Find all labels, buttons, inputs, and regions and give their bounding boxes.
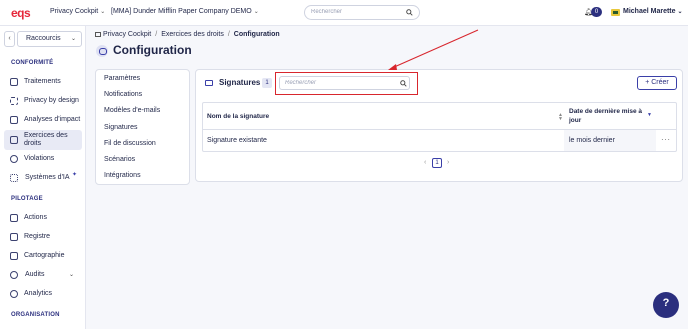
chevron-down-icon: ⌄ (100, 9, 106, 15)
next-page-icon[interactable]: › (447, 159, 449, 166)
breadcrumb-parent[interactable]: Exercices des droits (161, 31, 224, 38)
chevron-down-icon: ⌄ (253, 9, 259, 15)
breadcrumb: Privacy Cockpit / Exercices des droits / Con… (95, 31, 280, 38)
map-icon (10, 252, 18, 260)
check-list-icon (10, 116, 18, 124)
settings-item-parametres[interactable]: Paramètres (104, 75, 140, 82)
sidebar-item-exercices-des-droits[interactable]: Exercices des droits (4, 130, 82, 150)
company-label: [MMA] Dunder Mifflin Paper Company DEMO (111, 8, 252, 15)
signatures-title: Signatures (219, 78, 261, 87)
settings-menu: Paramètres Notifications Modèles d'e-mai… (95, 69, 190, 185)
settings-item-notifications[interactable]: Notifications (104, 91, 142, 98)
sidebar-item-label: Registre (24, 233, 51, 240)
settings-item-integrations[interactable]: Intégrations (104, 172, 141, 179)
page-number-button[interactable]: 1 (432, 158, 442, 168)
chat-icon (10, 136, 18, 144)
chat-icon (96, 45, 108, 57)
help-chat-button[interactable] (653, 292, 679, 318)
sidebar-item-label: Traitements (24, 78, 61, 85)
sidebar-item-audits[interactable]: Audits ⌄ (4, 268, 82, 282)
sparkle-icon (10, 97, 18, 105)
more-options-icon[interactable]: ··· (661, 135, 671, 144)
sidebar-item-label: Audits (25, 271, 45, 278)
create-button[interactable]: + Créer (637, 76, 677, 90)
breadcrumb-home[interactable]: Privacy Cockpit (103, 31, 151, 38)
sidebar-item-analyses-impact[interactable]: Analyses d'impact (4, 113, 82, 127)
settings-item-thread[interactable]: Fil de discussion (104, 140, 156, 147)
alert-icon (10, 155, 18, 163)
top-bar: eqs Privacy Cockpit ⌄ [MMA] Dunder Miffli… (0, 0, 688, 26)
page-title: Configuration (113, 43, 192, 57)
sidebar-item-label: Systèmes d'IA (25, 174, 70, 181)
sidebar-item-label: Violations (24, 155, 55, 162)
sidebar-item-label: Privacy by design (24, 97, 79, 104)
search-icon (406, 9, 413, 16)
eqs-logo[interactable]: eqs (11, 6, 31, 20)
product-selector[interactable]: Privacy Cockpit ⌄ (50, 8, 105, 15)
highlight-box (275, 72, 418, 95)
signatures-panel: Signatures 1 + Créer Nom de la signature… (195, 69, 683, 182)
sidebar-item-label: Analytics (24, 290, 53, 297)
settings-item-signatures[interactable]: Signatures (104, 124, 137, 131)
settings-item-email-templates[interactable]: Modèles d'e-mails (104, 107, 160, 114)
sort-desc-icon[interactable]: ▼ (647, 113, 652, 118)
chevron-left-icon: ‹ (8, 35, 11, 42)
product-label: Privacy Cockpit (50, 8, 99, 15)
table-header: Nom de la signature ▲ ▼ Date de dernière … (203, 103, 676, 130)
signatures-table: Nom de la signature ▲ ▼ Date de dernière … (202, 102, 677, 152)
sidebar-item-label: Analyses d'impact (24, 116, 81, 123)
sidebar-item-systemes-ia[interactable]: Systèmes d'IA ✦ (4, 171, 82, 185)
sidebar-item-label: Exercices des droits (24, 132, 68, 147)
prev-page-icon[interactable]: ‹ (424, 159, 426, 166)
notification-badge[interactable]: 0 (591, 7, 602, 17)
chevron-down-icon: ⌄ (70, 36, 76, 42)
breadcrumb-current: Configuration (233, 31, 280, 38)
chevron-down-icon: ⌄ (677, 9, 683, 15)
mail-icon (205, 80, 213, 86)
collapse-sidebar-button[interactable]: ‹ (4, 31, 15, 47)
chevron-down-icon: ⌄ (68, 272, 74, 278)
list-icon (10, 78, 18, 86)
sidebar-item-actions[interactable]: Actions (4, 211, 82, 225)
register-icon (10, 233, 18, 241)
company-selector[interactable]: [MMA] Dunder Mifflin Paper Company DEMO ⌄ (111, 8, 259, 15)
signature-updated: le mois dernier (569, 137, 615, 144)
home-icon (95, 32, 101, 37)
signature-name: Signature existante (207, 137, 267, 144)
sidebar-item-cartographie[interactable]: Cartographie (4, 249, 82, 263)
global-search[interactable] (304, 5, 420, 20)
sidebar-item-registre[interactable]: Registre (4, 230, 82, 244)
user-name: Michael Marette (623, 8, 676, 15)
section-pilotage: PILOTAGE (11, 196, 43, 202)
settings-item-scenarios[interactable]: Scénarios (104, 156, 135, 163)
sidebar-item-analytics[interactable]: Analytics (4, 287, 82, 301)
signatures-count-badge: 1 (262, 78, 272, 88)
shortcut-selector[interactable]: Raccourcis ⌄ (17, 31, 82, 47)
section-organisation: ORGANISATION (11, 312, 60, 318)
sidebar-item-privacy-by-design[interactable]: Privacy by design (4, 94, 82, 108)
new-sparkle-icon: ✦ (72, 172, 78, 178)
tasks-icon (10, 214, 18, 222)
sidebar-item-label: Actions (24, 214, 47, 221)
user-menu[interactable]: Michael Marette ⌄ (623, 8, 683, 15)
section-conformite: CONFORMITÉ (11, 60, 54, 66)
column-header-name[interactable]: Nom de la signature (207, 112, 269, 121)
table-row[interactable]: Signature existante le mois dernier ··· (203, 130, 676, 151)
sidebar-item-violations[interactable]: Violations (4, 152, 82, 166)
shortcut-label: Raccourcis (26, 35, 61, 42)
global-search-input[interactable] (311, 9, 401, 15)
audit-icon (10, 271, 18, 279)
chart-icon (10, 290, 18, 298)
sidebar-item-label: Cartographie (24, 252, 65, 259)
column-header-updated[interactable]: Date de dernière mise à jour (569, 107, 649, 125)
sidebar-item-traitements[interactable]: Traitements (4, 75, 82, 89)
sort-icon[interactable]: ▲ ▼ (558, 113, 563, 122)
company-avatar (611, 9, 620, 16)
ai-icon (10, 174, 18, 182)
